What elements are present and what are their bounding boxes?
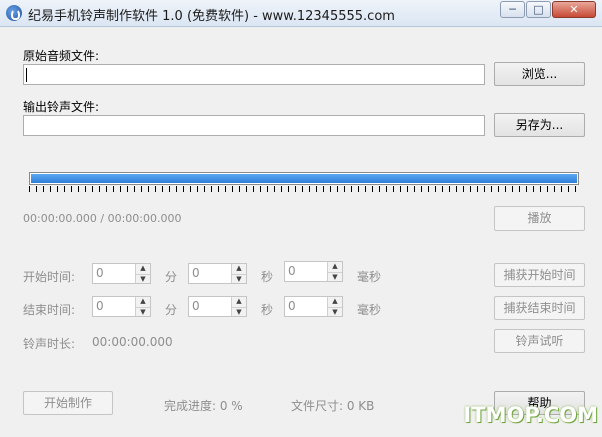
play-button[interactable]: 播放 xyxy=(494,206,585,231)
start-seconds-stepper[interactable]: 0 ▲ ▼ xyxy=(188,263,247,284)
down-arrow-icon[interactable]: ▼ xyxy=(231,306,246,316)
capture-start-button[interactable]: 捕获开始时间 xyxy=(494,263,585,287)
file-size-text: 文件尺寸: 0 KB xyxy=(291,399,375,413)
up-arrow-icon[interactable]: ▲ xyxy=(327,262,342,272)
down-arrow-icon[interactable]: ▼ xyxy=(135,273,150,283)
minimize-icon: ─ xyxy=(509,3,516,16)
start-time-label: 开始时间: xyxy=(23,270,76,284)
end-seconds-value: 0 xyxy=(192,299,200,313)
start-ms-value: 0 xyxy=(288,264,296,278)
position-ticks xyxy=(29,186,579,192)
up-arrow-icon[interactable]: ▲ xyxy=(327,297,342,307)
down-arrow-icon[interactable]: ▼ xyxy=(327,306,342,316)
source-file-input[interactable] xyxy=(23,64,485,85)
window-title: 纪易手机铃声制作软件 1.0 (免费软件) - www.12345555.com xyxy=(28,9,395,24)
watermark-logo: ITMOP.COM xyxy=(463,403,598,427)
up-arrow-icon[interactable]: ▲ xyxy=(135,297,150,307)
end-minutes-value: 0 xyxy=(96,299,104,313)
down-arrow-icon[interactable]: ▼ xyxy=(231,273,246,283)
start-minutes-value: 0 xyxy=(96,266,104,280)
end-ms-value: 0 xyxy=(288,299,296,313)
browse-button[interactable]: 浏览... xyxy=(494,62,585,86)
text-caret xyxy=(26,68,27,82)
up-arrow-icon[interactable]: ▲ xyxy=(231,264,246,274)
maximize-icon: □ xyxy=(533,3,544,16)
maximize-button[interactable]: □ xyxy=(526,1,551,18)
end-minutes-stepper[interactable]: 0 ▲ ▼ xyxy=(92,296,151,317)
progress-text: 完成进度: 0 % xyxy=(164,399,243,413)
window-controls: ─ □ ✕ xyxy=(499,1,596,18)
output-file-input[interactable] xyxy=(23,115,485,136)
output-file-label: 输出铃声文件: xyxy=(23,100,100,114)
start-ms-unit: 毫秒 xyxy=(357,270,382,284)
start-minutes-unit: 分 xyxy=(165,270,178,284)
up-arrow-icon[interactable]: ▲ xyxy=(231,297,246,307)
end-seconds-stepper[interactable]: 0 ▲ ▼ xyxy=(188,296,247,317)
close-button[interactable]: ✕ xyxy=(552,1,596,18)
end-time-label: 结束时间: xyxy=(23,303,76,317)
end-minutes-unit: 分 xyxy=(165,303,178,317)
preview-ringtone-button[interactable]: 铃声试听 xyxy=(494,329,585,353)
up-arrow-icon[interactable]: ▲ xyxy=(135,264,150,274)
end-ms-stepper[interactable]: 0 ▲ ▼ xyxy=(284,296,343,317)
close-icon: ✕ xyxy=(569,3,579,16)
duration-value: 00:00:00.000 xyxy=(92,335,173,349)
down-arrow-icon[interactable]: ▼ xyxy=(135,306,150,316)
save-as-button[interactable]: 另存为... xyxy=(494,113,585,137)
minimize-button[interactable]: ─ xyxy=(500,1,525,18)
start-ms-stepper[interactable]: 0 ▲ ▼ xyxy=(284,261,343,282)
title-bar: 纪易手机铃声制作软件 1.0 (免费软件) - www.12345555.com… xyxy=(0,0,602,27)
end-seconds-unit: 秒 xyxy=(261,303,274,317)
capture-end-button[interactable]: 捕获结束时间 xyxy=(494,296,585,320)
start-seconds-value: 0 xyxy=(192,266,200,280)
start-seconds-unit: 秒 xyxy=(261,270,274,284)
playback-position-bar[interactable] xyxy=(29,172,579,185)
duration-label: 铃声时长: xyxy=(23,337,76,351)
start-minutes-stepper[interactable]: 0 ▲ ▼ xyxy=(92,263,151,284)
music-note-icon xyxy=(6,5,22,21)
end-ms-unit: 毫秒 xyxy=(357,303,382,317)
time-display: 00:00:00.000 / 00:00:00.000 xyxy=(23,212,182,225)
playback-position-fill xyxy=(31,174,577,183)
start-make-button[interactable]: 开始制作 xyxy=(23,391,113,415)
source-file-label: 原始音频文件: xyxy=(23,49,100,63)
down-arrow-icon[interactable]: ▼ xyxy=(327,271,342,281)
